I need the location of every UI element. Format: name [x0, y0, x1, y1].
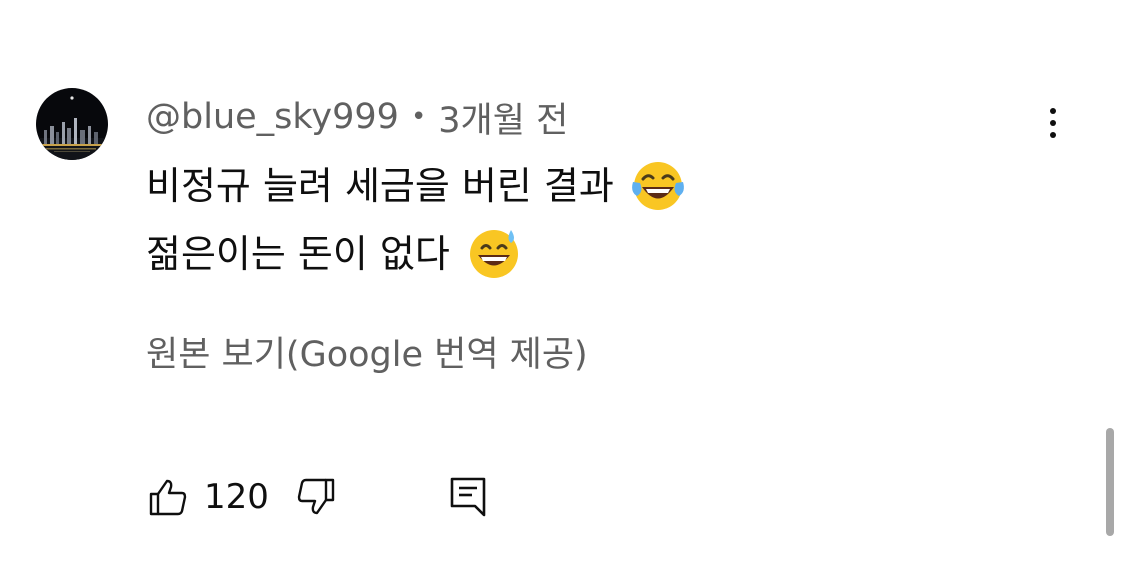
- dislike-button[interactable]: [294, 475, 338, 519]
- scrollbar-thumb[interactable]: [1106, 428, 1114, 536]
- comment-timestamp[interactable]: 3개월 전: [438, 92, 568, 143]
- comment-header: @blue_sky999 • 3개월 전: [146, 92, 568, 143]
- comment-thread: @blue_sky999 • 3개월 전 비정규 늘려 세금을 버린 결과 젊은…: [0, 0, 1125, 583]
- avatar-image: [36, 88, 108, 160]
- comment-actions: 120: [146, 470, 490, 524]
- comment-line: 젊은이는 돈이 없다: [146, 220, 1006, 288]
- comment-line: 비정규 늘려 세금을 버린 결과: [146, 152, 1006, 220]
- separator-dot: •: [410, 102, 427, 132]
- avatar[interactable]: [36, 88, 108, 160]
- comment-text: 비정규 늘려 세금을 버린 결과: [146, 164, 614, 208]
- comment-body: 비정규 늘려 세금을 버린 결과 젊은이는 돈이 없다: [146, 152, 1006, 288]
- like-count: 120: [204, 477, 269, 517]
- like-button[interactable]: [146, 475, 190, 519]
- grinning-face-with-sweat-icon: [469, 230, 518, 278]
- reply-comment-icon: [450, 477, 486, 517]
- author-name[interactable]: @blue_sky999: [146, 97, 399, 137]
- more-vert-icon-dot: [1050, 132, 1056, 138]
- thumbs-down-icon: [297, 478, 335, 515]
- see-original-translation-link[interactable]: 원본 보기(Google 번역 제공): [146, 326, 588, 377]
- thumbs-up-icon: [149, 479, 187, 516]
- face-with-tears-of-joy-icon: [631, 162, 684, 210]
- reply-button[interactable]: [446, 475, 490, 519]
- more-options-button[interactable]: [1030, 100, 1076, 146]
- comment-text: 젊은이는 돈이 없다: [146, 232, 450, 276]
- more-vert-icon: [1050, 108, 1056, 114]
- more-vert-icon-dot: [1050, 120, 1056, 126]
